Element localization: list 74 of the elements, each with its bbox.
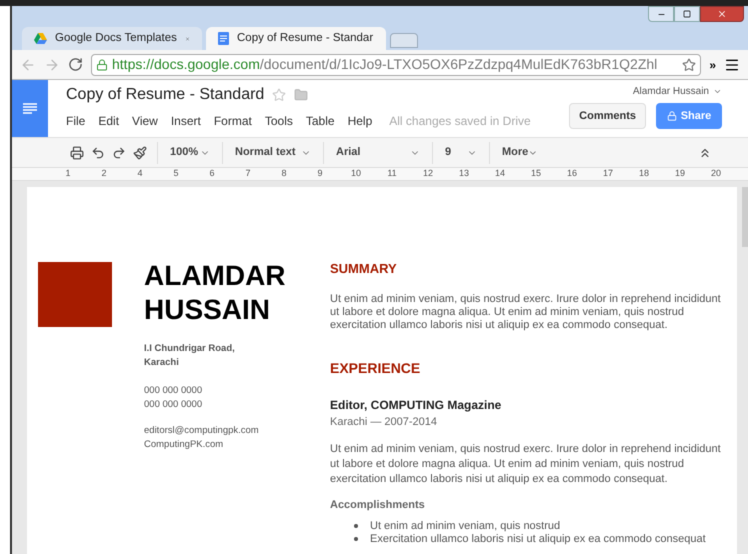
- ruler-number: 8: [280, 168, 288, 180]
- bookmark-star-icon[interactable]: [682, 58, 696, 72]
- document-icon: [218, 32, 229, 45]
- menu-icon[interactable]: [724, 56, 740, 72]
- job-title: Editor, COMPUTING Magazine: [330, 396, 502, 414]
- ruler-number: 18: [638, 168, 650, 180]
- menu-item[interactable]: Format: [214, 112, 252, 130]
- browser-tab[interactable]: Copy of Resume - Standar: [206, 27, 386, 50]
- ruler-number: 15: [530, 168, 542, 180]
- menu-item[interactable]: Edit: [98, 112, 120, 130]
- more-dropdown[interactable]: More: [494, 142, 546, 164]
- font-dropdown[interactable]: Arial: [328, 142, 428, 164]
- zoom-dropdown[interactable]: 100%: [162, 142, 218, 164]
- lines-icon: [23, 103, 37, 114]
- bullet-text: Ut enim ad minim veniam, quis nostrud: [370, 520, 560, 532]
- lock-icon: [96, 58, 108, 70]
- summary-paragraph: Ut enim ad minim veniam, quis nostrud exerc. Irure dolor in reprehend incididunt ut labore et dolore magna aliqua. Ut enim ad minim veniam, quis nostrud exercitation ullamco laboris nisi ut aliquip ex ea commodo consequat.: [330, 292, 722, 332]
- ruler-number: 14: [494, 168, 506, 180]
- close-icon: [717, 9, 727, 19]
- ruler-number: 16: [566, 168, 578, 180]
- caret-icon: [713, 87, 722, 96]
- subheading: Accomplishments: [330, 498, 426, 513]
- section-heading: SUMMARY: [330, 260, 398, 278]
- close-button[interactable]: [700, 6, 744, 22]
- contact-text: editorsl@computingpk.com ComputingPK.com: [144, 424, 260, 452]
- browser-tab[interactable]: Google Docs Templates: [22, 27, 202, 50]
- ruler-number: 17: [602, 168, 614, 180]
- ruler-number: 7: [244, 168, 252, 180]
- menu-item[interactable]: Table: [306, 112, 335, 130]
- section-heading: EXPERIENCE: [330, 358, 422, 378]
- job-paragraph: Ut enim ad minim veniam, quis nostrud exerc. Irure dolor in reprehend incididunt ut labore et dolore magna aliqua. Ut enim ad minim veniam, quis nostrud exercitation ullamco laboris nisi ut aliquip ex ea commodo consequat.: [330, 442, 722, 487]
- reload-icon[interactable]: [68, 57, 83, 72]
- document-title[interactable]: Copy of Resume - Standard: [66, 83, 264, 107]
- style-dropdown[interactable]: Normal text: [227, 142, 319, 164]
- menu-item[interactable]: Tools: [264, 112, 293, 130]
- ruler-number: 19: [674, 168, 686, 180]
- job-meta: Karachi — 2007-2014: [330, 414, 438, 430]
- menu-item[interactable]: Help: [348, 112, 372, 130]
- redo-icon[interactable]: [112, 146, 126, 160]
- undo-icon[interactable]: [91, 146, 105, 160]
- paint-format-icon[interactable]: [133, 146, 147, 160]
- maximize-button[interactable]: [674, 6, 700, 22]
- docs-logo[interactable]: [12, 80, 48, 137]
- ruler-number: 5: [172, 168, 180, 180]
- name-text: ALAMDAR: [144, 259, 287, 293]
- user-name[interactable]: Alamdar Hussain: [632, 84, 709, 99]
- address-field[interactable]: https://docs.google.com/document/d/1IcJo9-LTXO5OX6PzZdzpq4MulEdK763bR1Q2Zhl: [91, 54, 702, 76]
- comments-button[interactable]: Comments: [569, 103, 646, 129]
- ruler-number: 12: [422, 168, 434, 180]
- ruler-number: 1: [64, 168, 72, 180]
- lock-icon: [666, 111, 677, 121]
- menu-item[interactable]: View: [132, 112, 158, 130]
- menu-item[interactable]: File: [66, 112, 86, 130]
- menu-item[interactable]: Insert: [170, 112, 201, 130]
- address-text: I.I Chundrigar Road, Karachi: [144, 342, 236, 370]
- name-text: HUSSAIN: [144, 292, 272, 326]
- ruler-number: 2: [100, 168, 108, 180]
- extensions-overflow[interactable]: »: [709, 56, 716, 74]
- phone-text: 000 000 0000 000 000 0000: [144, 384, 204, 412]
- ruler-number: 4: [136, 168, 144, 180]
- maximize-icon: [683, 10, 691, 18]
- ruler-number: 13: [458, 168, 470, 180]
- save-status: All changes saved in Drive: [389, 113, 531, 130]
- scrollbar: [742, 187, 748, 247]
- print-icon[interactable]: [70, 146, 84, 160]
- ruler-number: 6: [208, 168, 216, 180]
- ruler-number: 11: [386, 168, 398, 180]
- size-dropdown[interactable]: 9: [437, 142, 485, 164]
- drive-icon: [34, 32, 47, 44]
- star-icon[interactable]: [272, 88, 286, 102]
- ruler-number: 10: [350, 168, 362, 180]
- ruler-number: 20: [710, 168, 722, 180]
- bullet-text: Exercitation ullamco laboris nisi ut aliquip ex ea commodo consequat: [370, 532, 706, 546]
- ruler-number: 9: [316, 168, 324, 180]
